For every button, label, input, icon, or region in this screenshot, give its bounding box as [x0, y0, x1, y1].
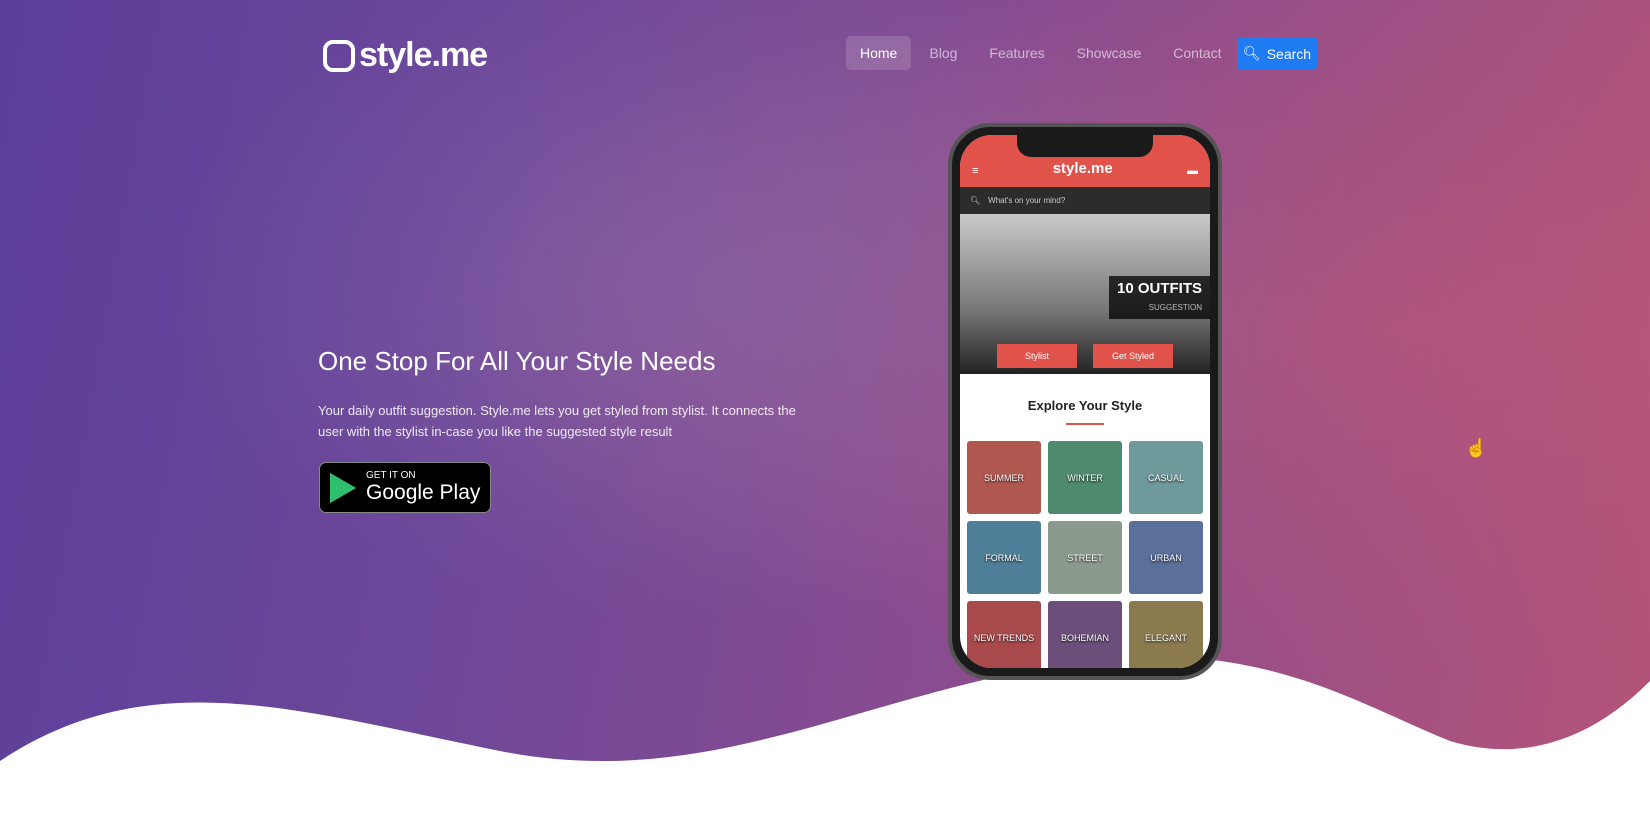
- search-label: Search: [1266, 45, 1312, 62]
- hand-cursor-icon: ☝: [1465, 438, 1488, 458]
- get-styled-button: Get Styled: [1093, 344, 1173, 368]
- nav-features[interactable]: Features: [975, 36, 1058, 70]
- menu-icon: ≡: [972, 165, 979, 177]
- category-tile: SUMMER: [967, 441, 1041, 514]
- category-grid: SUMMER WINTER CASUAL FORMAL STREET URBAN NEW T…: [960, 441, 1210, 668]
- category-tile: BOHEMIAN: [1048, 601, 1122, 668]
- category-tile: STREET: [1048, 521, 1122, 594]
- logo[interactable]: style.me: [323, 36, 488, 75]
- phone-search-icon: 🔍︎: [970, 196, 981, 205]
- category-tile: URBAN: [1129, 521, 1203, 594]
- category-tile: NEW TRENDS: [967, 601, 1041, 668]
- stylist-button: Stylist: [997, 344, 1077, 368]
- hero-description: Your daily outfit suggestion. Style.me l…: [318, 403, 796, 439]
- nav-contact[interactable]: Contact: [1159, 36, 1235, 70]
- banner-title: 10 OUTFITS: [1116, 280, 1202, 297]
- category-tile: WINTER: [1048, 441, 1122, 514]
- category-tile: CASUAL: [1129, 441, 1203, 514]
- search-icon: 🔍︎: [1242, 45, 1261, 61]
- search-button[interactable]: 🔍︎ Search: [1237, 37, 1317, 70]
- nav-blog[interactable]: Blog: [915, 36, 971, 70]
- wave-divider: [0, 656, 1650, 821]
- nav-home[interactable]: Home: [846, 36, 912, 70]
- google-play-icon: [330, 472, 356, 503]
- badge-big-text: Google Play: [366, 481, 481, 504]
- banner-sub: SUGGESTION: [1148, 303, 1202, 312]
- phone-logo: style.me: [1052, 160, 1113, 177]
- nav-showcase[interactable]: Showcase: [1063, 36, 1156, 70]
- google-play-badge[interactable]: GET IT ON Google Play: [319, 462, 491, 513]
- main-nav: Home Blog Features Showcase Contact: [846, 36, 1235, 70]
- hero-title: One Stop For All Your Style Needs: [318, 346, 716, 376]
- message-icon: ▬: [1187, 165, 1198, 177]
- logo-text: style.me: [359, 36, 488, 74]
- category-tile: ELEGANT: [1129, 601, 1203, 668]
- explore-title: Explore Your Style: [1027, 398, 1143, 413]
- logo-icon: [323, 39, 355, 72]
- phone-banner: 10 OUTFITS SUGGESTION Stylist Get Styled: [960, 214, 1210, 374]
- phone-search-placeholder: What's on your mind?: [988, 196, 1066, 205]
- badge-small-text: GET IT ON: [366, 470, 416, 481]
- phone-mockup: ≡ style.me ▬ 🔍︎ What's on your mind? 10 OUT…: [948, 123, 1222, 680]
- category-tile: FORMAL: [967, 521, 1041, 594]
